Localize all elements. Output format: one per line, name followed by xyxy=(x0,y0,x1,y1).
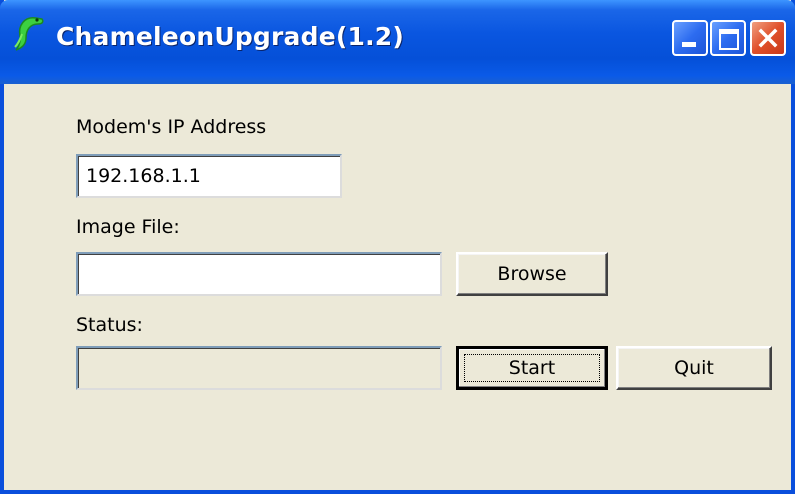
status-field xyxy=(76,346,442,390)
title-bar[interactable]: ChameleonUpgrade(1.2) xyxy=(0,0,795,84)
browse-button[interactable]: Browse xyxy=(456,252,608,296)
start-button-label: Start xyxy=(508,357,556,379)
ip-address-label: Modem's IP Address xyxy=(76,116,267,138)
app-window: ChameleonUpgrade(1.2) Modem's IP Address… xyxy=(0,0,795,494)
quit-button-label: Quit xyxy=(674,357,714,379)
ip-address-input[interactable] xyxy=(76,154,342,198)
window-title: ChameleonUpgrade(1.2) xyxy=(56,22,404,51)
close-icon[interactable] xyxy=(750,20,786,56)
maximize-icon[interactable] xyxy=(710,20,746,56)
status-label: Status: xyxy=(76,314,143,336)
image-file-label: Image File: xyxy=(76,216,180,238)
browse-button-label: Browse xyxy=(497,263,567,285)
quit-button[interactable]: Quit xyxy=(616,346,772,390)
start-button[interactable]: Start xyxy=(456,346,608,390)
chameleon-icon xyxy=(14,17,44,51)
image-file-input[interactable] xyxy=(76,252,442,296)
minimize-icon[interactable] xyxy=(672,20,708,56)
